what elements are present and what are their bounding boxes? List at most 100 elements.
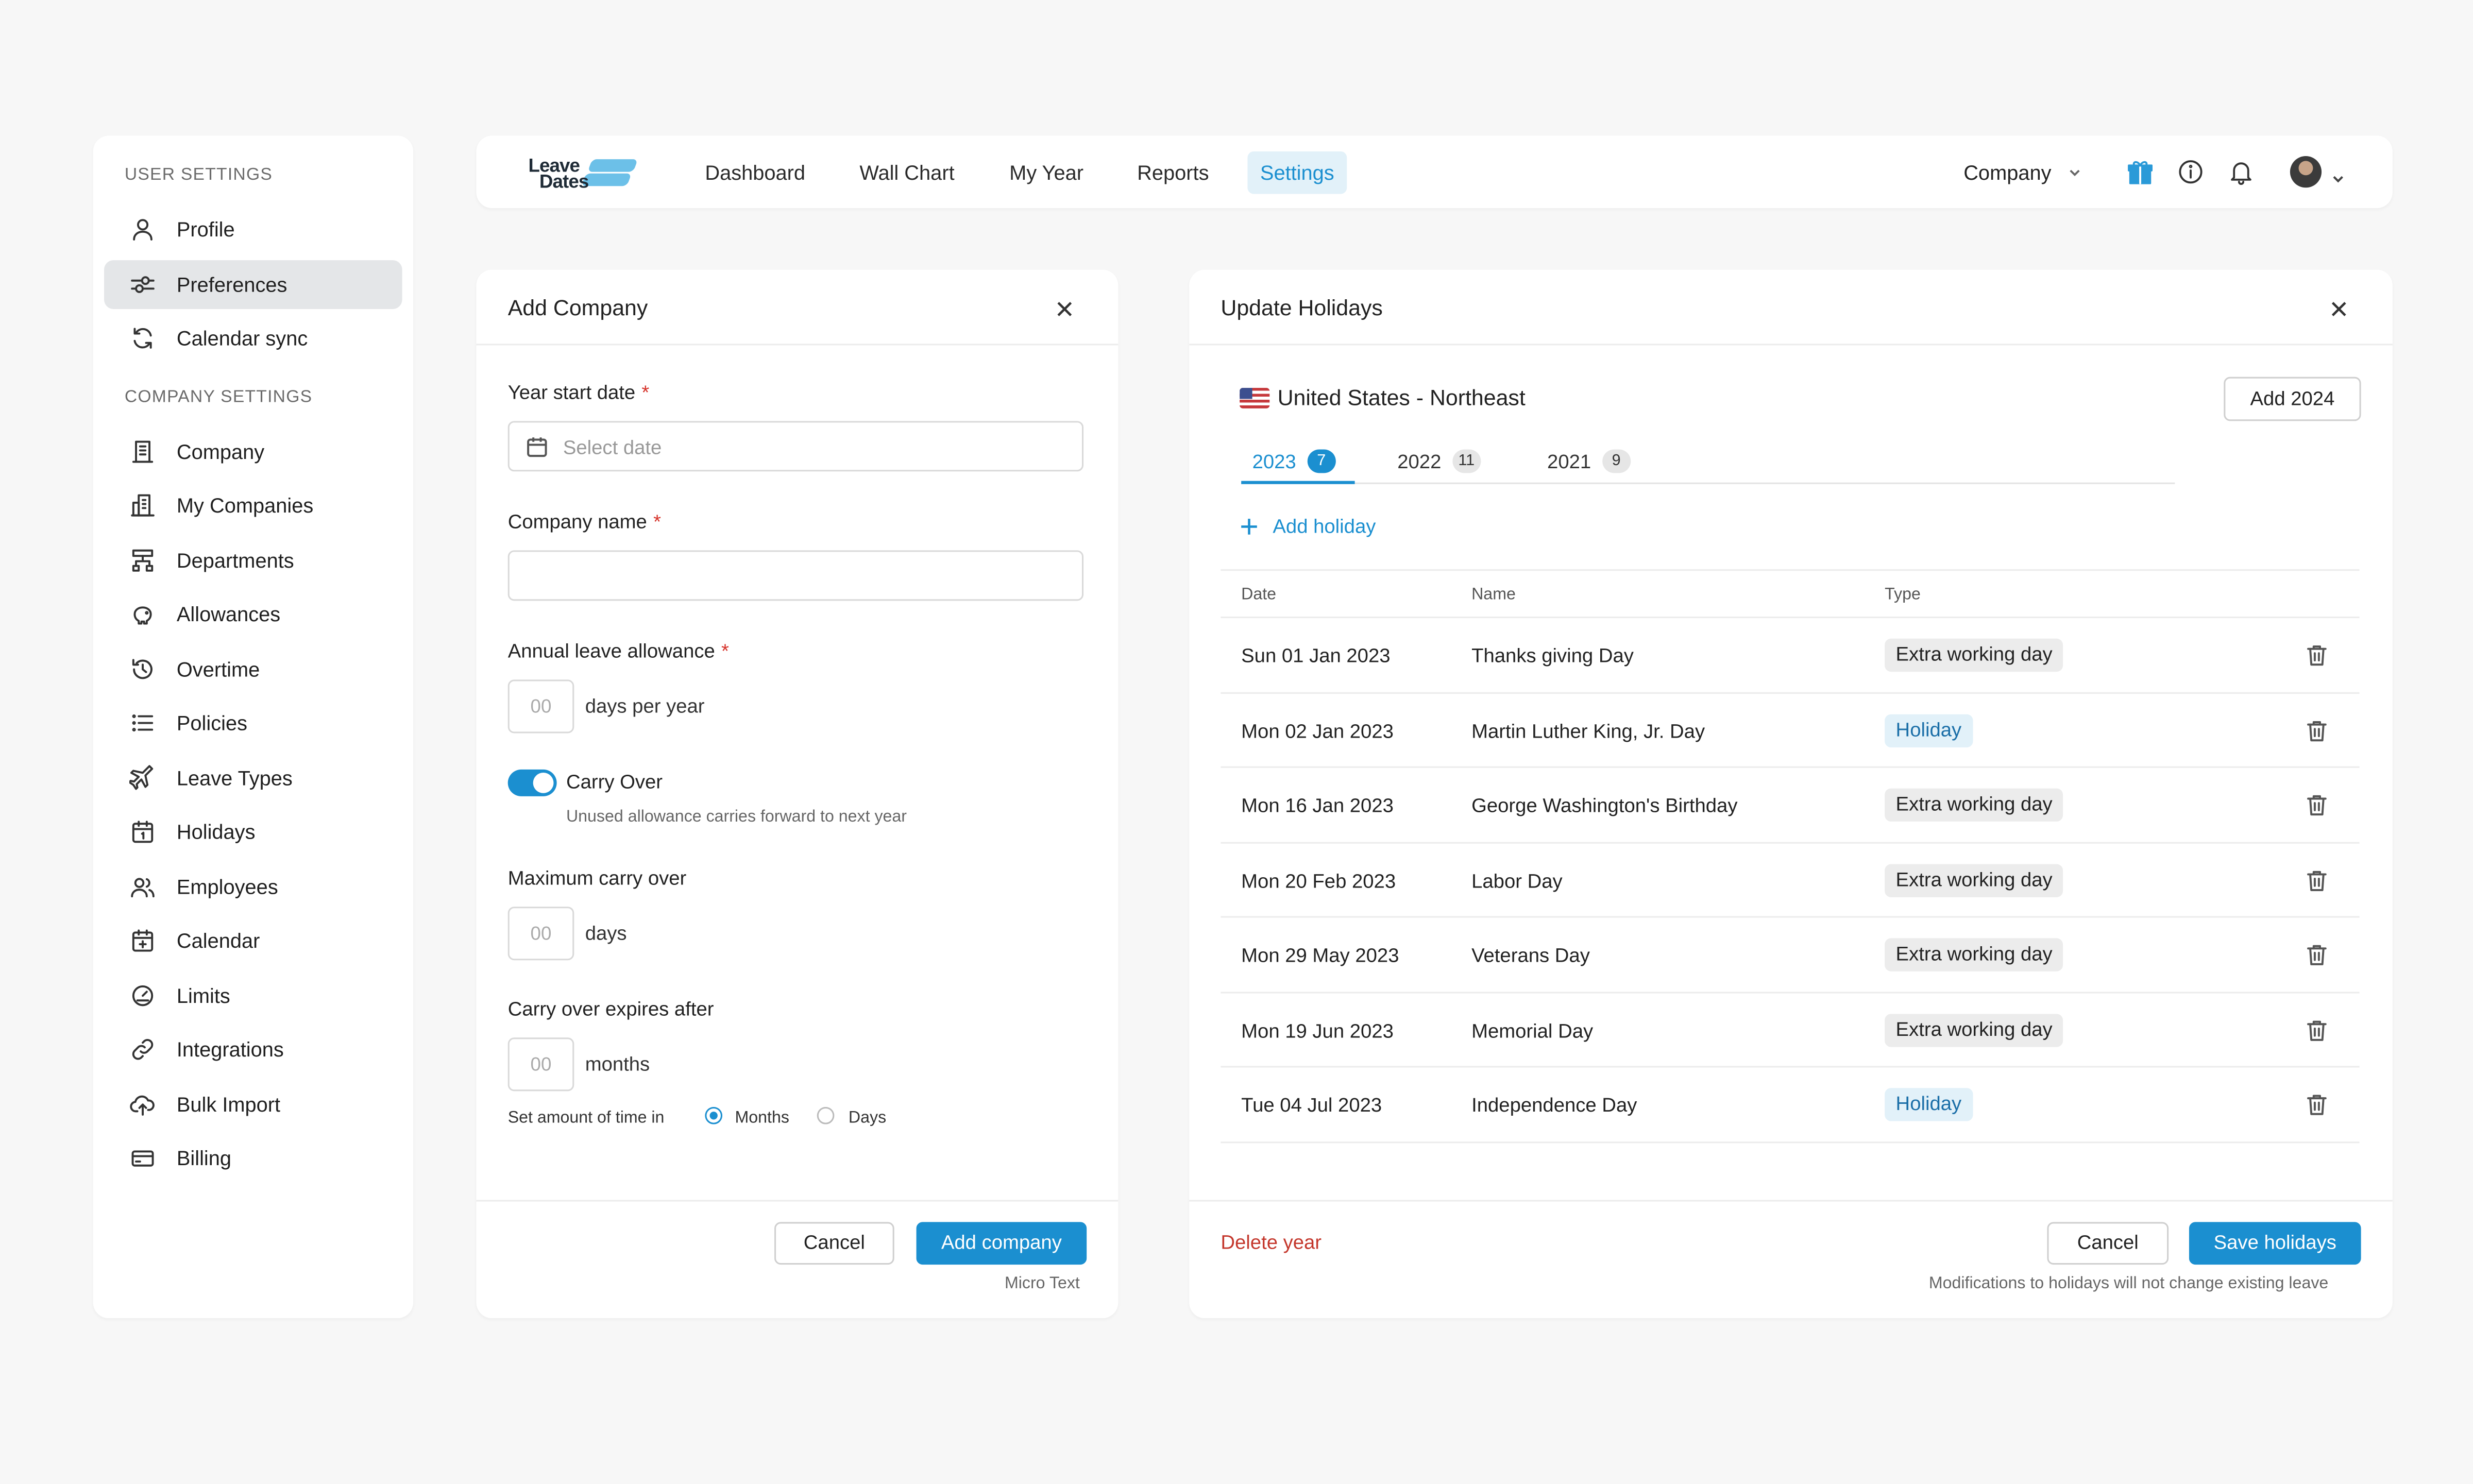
holiday-date: Mon 19 Jun 2023 (1241, 1019, 1394, 1042)
user-avatar[interactable] (2290, 156, 2322, 188)
save-holidays-button[interactable]: Save holidays (2189, 1222, 2361, 1265)
trash-icon[interactable] (2306, 943, 2328, 967)
list-icon (126, 707, 158, 739)
sidebar-item-allowances[interactable]: Allowances (104, 590, 402, 639)
company-name-label: Company name * (508, 511, 661, 533)
cancel-button[interactable]: Cancel (774, 1222, 894, 1265)
sidebar-item-profile[interactable]: Profile (104, 205, 402, 254)
tabs-baseline (1241, 482, 2175, 484)
tab-2023[interactable]: 2023 7 (1252, 449, 1336, 473)
table-divider (1221, 916, 2360, 918)
holiday-date: Tue 04 Jul 2023 (1241, 1094, 1382, 1117)
sidebar-item-policies[interactable]: Policies (104, 698, 402, 747)
required-mark: * (641, 381, 650, 404)
piggy-bank-icon (126, 599, 158, 630)
close-icon[interactable] (2329, 298, 2348, 317)
nav-dashboard[interactable]: Dashboard (692, 151, 818, 194)
holiday-type-badge: Extra working day (1885, 638, 2064, 672)
months-radio[interactable] (705, 1106, 723, 1124)
logo-text: Dates (539, 170, 589, 193)
trash-icon[interactable] (2306, 793, 2328, 817)
days-radio-label[interactable]: Days (849, 1108, 886, 1128)
trash-icon[interactable] (2306, 718, 2328, 742)
sidebar-item-my-companies[interactable]: My Companies (104, 481, 402, 530)
nav-my-year[interactable]: My Year (997, 151, 1096, 194)
sidebar-item-bulk-import[interactable]: Bulk Import (104, 1080, 402, 1129)
sidebar-item-preferences[interactable]: Preferences (104, 260, 402, 309)
close-icon[interactable] (1055, 298, 1074, 317)
table-divider (1221, 841, 2360, 843)
sidebar-item-departments[interactable]: Departments (104, 536, 402, 585)
max-carry-input[interactable]: 00 (507, 907, 574, 961)
holiday-region[interactable]: United States - Northeast (1240, 385, 1526, 410)
sidebar-item-calendar-sync[interactable]: Calendar sync (104, 314, 402, 363)
table-divider (1221, 1140, 2360, 1142)
divider (1189, 344, 2393, 346)
tab-count-badge: 11 (1452, 449, 1481, 473)
sidebar-item-label: Leave Types (176, 766, 293, 790)
sidebar-item-label: Limits (176, 984, 230, 1008)
sitemap-icon (126, 545, 158, 576)
gift-icon[interactable] (2126, 158, 2154, 186)
carry-over-toggle[interactable] (507, 769, 557, 796)
add-company-button[interactable]: Add company (916, 1222, 1087, 1265)
sliders-icon (126, 269, 158, 300)
holiday-name: Independence Day (1471, 1094, 1637, 1117)
trash-icon[interactable] (2306, 868, 2328, 892)
chevron-down-icon[interactable] (2331, 165, 2345, 183)
add-holiday-button[interactable]: Add holiday (1240, 516, 1376, 538)
holiday-date: Mon 02 Jan 2023 (1241, 720, 1394, 742)
bell-icon[interactable] (2227, 158, 2255, 186)
holiday-type-badge: Extra working day (1885, 938, 2064, 971)
info-icon[interactable] (2176, 158, 2205, 186)
user-icon (126, 214, 158, 245)
cancel-button[interactable]: Cancel (2047, 1222, 2169, 1265)
tab-count-badge: 7 (1307, 449, 1336, 473)
year-start-label: Year start date * (508, 382, 650, 404)
sidebar-item-leave-types[interactable]: Leave Types (104, 754, 402, 803)
trash-icon[interactable] (2306, 1018, 2328, 1042)
calendar-icon (525, 435, 549, 459)
sidebar-item-employees[interactable]: Employees (104, 862, 402, 911)
logo-stripe (581, 173, 632, 186)
sidebar-item-label: Policies (176, 711, 247, 735)
required-mark: * (653, 510, 662, 533)
nav-wall-chart[interactable]: Wall Chart (847, 151, 967, 194)
field-label-text: Company name (507, 510, 647, 533)
tab-2021[interactable]: 2021 9 (1547, 449, 1631, 473)
add-year-button[interactable]: Add 2024 (2224, 377, 2361, 421)
tab-2022[interactable]: 2022 11 (1397, 449, 1481, 473)
tab-year: 2022 (1397, 450, 1442, 472)
delete-year-button[interactable]: Delete year (1221, 1232, 1322, 1254)
sidebar-item-overtime[interactable]: Overtime (104, 645, 402, 694)
airplane-icon (126, 762, 158, 794)
days-radio[interactable] (817, 1106, 835, 1124)
top-navigation: Leave Dates Dashboard Wall Chart My Year… (476, 135, 2393, 209)
trash-icon[interactable] (2306, 643, 2328, 667)
expires-input[interactable]: 00 (507, 1037, 574, 1091)
table-divider (1221, 569, 2360, 571)
year-start-date-input[interactable]: Select date (507, 421, 1084, 472)
annual-allowance-input[interactable]: 00 (507, 679, 574, 734)
carry-over-label: Carry Over (566, 771, 663, 793)
leavedates-logo[interactable]: Leave Dates (527, 155, 640, 192)
sidebar-item-label: Company (176, 440, 265, 464)
sidebar-item-company[interactable]: Company (104, 428, 402, 476)
tab-year: 2021 (1547, 450, 1591, 472)
sidebar-item-limits[interactable]: Limits (104, 971, 402, 1020)
company-name-input[interactable] (507, 550, 1084, 601)
sidebar-item-integrations[interactable]: Integrations (104, 1025, 402, 1074)
holiday-date: Mon 20 Feb 2023 (1241, 869, 1396, 892)
carry-over-hint: Unused allowance carries forward to next… (566, 807, 907, 827)
months-radio-label[interactable]: Months (735, 1108, 789, 1128)
trash-icon[interactable] (2306, 1093, 2328, 1116)
holiday-name: Martin Luther King, Jr. Day (1471, 720, 1705, 742)
nav-reports[interactable]: Reports (1125, 151, 1222, 194)
sidebar-item-billing[interactable]: Billing (104, 1134, 402, 1183)
sidebar-item-holidays[interactable]: Holidays (104, 807, 402, 856)
sidebar-item-calendar[interactable]: Calendar (104, 916, 402, 965)
table-divider (1221, 766, 2360, 768)
company-select[interactable]: Company (1963, 151, 2081, 194)
panel-title: Update Holidays (1221, 295, 1383, 320)
nav-settings[interactable]: Settings (1247, 151, 1347, 194)
